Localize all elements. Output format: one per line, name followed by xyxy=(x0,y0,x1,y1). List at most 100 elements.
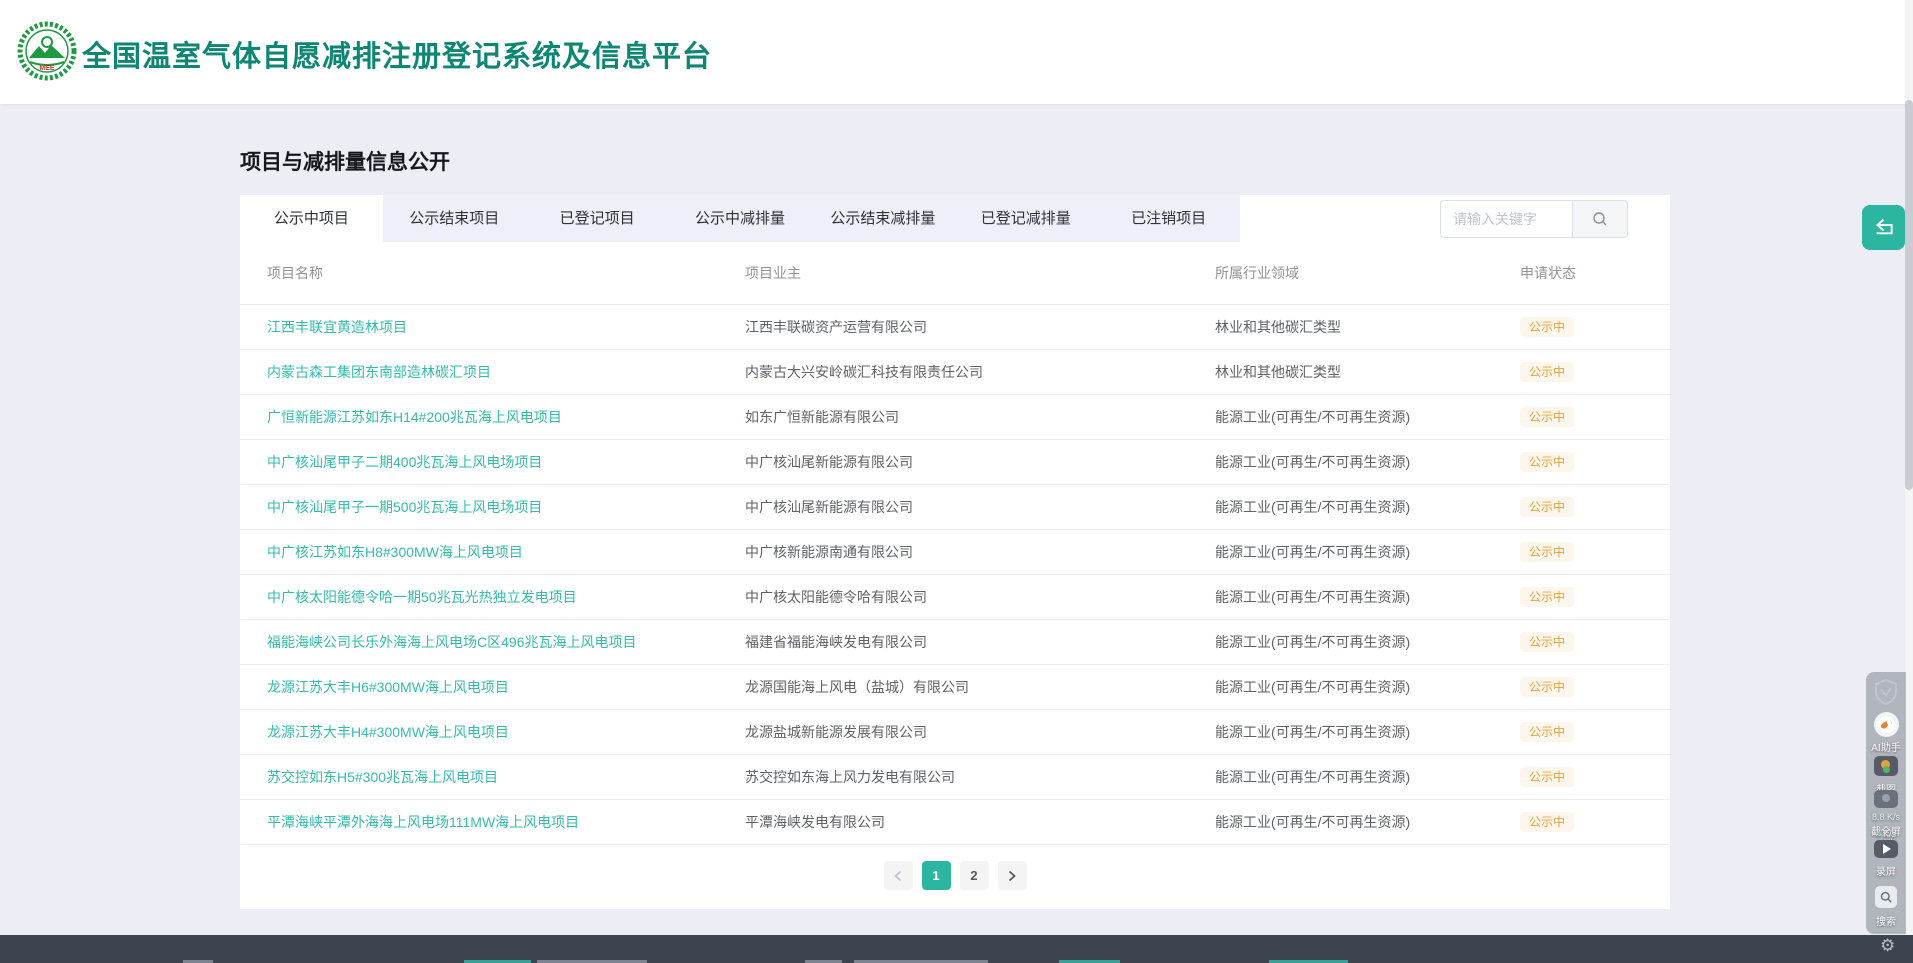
prev-page-button[interactable] xyxy=(884,861,913,890)
project-owner: 福建省福能海峡发电有限公司 xyxy=(745,632,1215,652)
mee-logo-icon: MEE xyxy=(16,20,78,82)
project-name-link[interactable]: 苏交控如东H5#300兆瓦海上风电项目 xyxy=(267,767,745,787)
keyword-search xyxy=(1440,200,1628,238)
project-owner: 中广核汕尾新能源有限公司 xyxy=(745,452,1215,472)
tab-7[interactable]: 已注销项目 xyxy=(1097,195,1240,242)
gear-icon[interactable]: ⚙ xyxy=(1880,936,1895,956)
project-name-link[interactable]: 中广核江苏如东H8#300MW海上风电项目 xyxy=(267,542,745,562)
table-body: 江西丰联宜黄造林项目 江西丰联碳资产运营有限公司 林业和其他碳汇类型 公示中 内… xyxy=(240,305,1670,845)
search-tool-icon xyxy=(1875,886,1897,908)
tab-5[interactable]: 公示结束减排量 xyxy=(811,195,954,242)
industry-field: 林业和其他碳汇类型 xyxy=(1215,317,1520,337)
content-card: 公示中项目公示结束项目已登记项目公示中减排量公示结束减排量已登记减排量已注销项目… xyxy=(240,195,1670,909)
industry-field: 林业和其他碳汇类型 xyxy=(1215,362,1520,382)
project-name-link[interactable]: 中广核汕尾甲子一期500兆瓦海上风电场项目 xyxy=(267,497,745,517)
industry-field: 能源工业(可再生/不可再生资源) xyxy=(1215,722,1520,742)
search-tool-button[interactable]: 搜索 xyxy=(1866,886,1906,928)
column-header: 所属行业领域 xyxy=(1215,263,1520,283)
status-badge: 公示中 xyxy=(1520,407,1574,427)
table-row: 苏交控如东H5#300兆瓦海上风电项目 苏交控如东海上风力发电有限公司 能源工业… xyxy=(240,755,1670,800)
tab-bar: 公示中项目公示结束项目已登记项目公示中减排量公示结束减排量已登记减排量已注销项目 xyxy=(240,195,1240,242)
site-header: MEE 全国温室气体自愿减排注册登记系统及信息平台 xyxy=(0,0,1913,104)
table-row: 中广核太阳能德令哈一期50兆瓦光热独立发电项目 中广核太阳能德令哈有限公司 能源… xyxy=(240,575,1670,620)
next-page-button[interactable] xyxy=(998,861,1027,890)
page-button-2[interactable]: 2 xyxy=(960,861,989,890)
project-owner: 中广核汕尾新能源有限公司 xyxy=(745,497,1215,517)
tab-3[interactable]: 已登记项目 xyxy=(526,195,669,242)
project-name-link[interactable]: 龙源江苏大丰H6#300MW海上风电项目 xyxy=(267,677,745,697)
table-row: 江西丰联宜黄造林项目 江西丰联碳资产运营有限公司 林业和其他碳汇类型 公示中 xyxy=(240,305,1670,350)
project-owner: 如东广恒新能源有限公司 xyxy=(745,407,1215,427)
table-row: 中广核汕尾甲子一期500兆瓦海上风电场项目 中广核汕尾新能源有限公司 能源工业(… xyxy=(240,485,1670,530)
table-row: 中广核江苏如东H8#300MW海上风电项目 中广核新能源南通有限公司 能源工业(… xyxy=(240,530,1670,575)
industry-field: 能源工业(可再生/不可再生资源) xyxy=(1215,407,1520,427)
project-name-link[interactable]: 江西丰联宜黄造林项目 xyxy=(267,317,745,337)
page-button-1[interactable]: 1 xyxy=(922,861,951,890)
svg-text:MEE: MEE xyxy=(39,65,55,72)
project-name-link[interactable]: 广恒新能源江苏如东H14#200兆瓦海上风电项目 xyxy=(267,407,745,427)
project-name-link[interactable]: 中广核汕尾甲子二期400兆瓦海上风电场项目 xyxy=(267,452,745,472)
project-owner: 平潭海峡发电有限公司 xyxy=(745,812,1215,832)
industry-field: 能源工业(可再生/不可再生资源) xyxy=(1215,767,1520,787)
project-name-link[interactable]: 内蒙古森工集团东南部造林碳汇项目 xyxy=(267,362,745,382)
search-icon xyxy=(1592,211,1608,227)
table-row: 龙源江苏大丰H6#300MW海上风电项目 龙源国能海上风电（盐城）有限公司 能源… xyxy=(240,665,1670,710)
industry-field: 能源工业(可再生/不可再生资源) xyxy=(1215,677,1520,697)
table-header: 项目名称项目业主所属行业领域申请状态 xyxy=(240,242,1670,305)
industry-field: 能源工业(可再生/不可再生资源) xyxy=(1215,542,1520,562)
back-return-button[interactable] xyxy=(1862,205,1905,250)
page-footer xyxy=(0,935,1913,963)
project-owner: 苏交控如东海上风力发电有限公司 xyxy=(745,767,1215,787)
scrollbar-thumb[interactable] xyxy=(1905,100,1913,490)
fullscreen-capture-icon xyxy=(1874,790,1898,808)
scrollbar[interactable] xyxy=(1905,0,1913,935)
industry-field: 能源工业(可再生/不可再生资源) xyxy=(1215,587,1520,607)
industry-field: 能源工业(可再生/不可再生资源) xyxy=(1215,497,1520,517)
status-badge: 公示中 xyxy=(1520,452,1574,472)
project-owner: 龙源国能海上风电（盐城）有限公司 xyxy=(745,677,1215,697)
net-speed-up: 8.8 K/s xyxy=(1866,813,1906,823)
shield-ghost-icon xyxy=(1866,678,1906,711)
screen-record-icon xyxy=(1874,840,1898,858)
table-row: 福能海峡公司长乐外海海上风电场C区496兆瓦海上风电项目 福建省福能海峡发电有限… xyxy=(240,620,1670,665)
status-badge: 公示中 xyxy=(1520,677,1574,697)
screen-record-button[interactable]: ↓ K/s 录屏 xyxy=(1866,830,1906,878)
ai-assistant-icon xyxy=(1874,712,1899,737)
table-row: 内蒙古森工集团东南部造林碳汇项目 内蒙古大兴安岭碳汇科技有限责任公司 林业和其他… xyxy=(240,350,1670,395)
status-badge: 公示中 xyxy=(1520,542,1574,562)
main-content: 项目与减排量信息公开 公示中项目公示结束项目已登记项目公示中减排量公示结束减排量… xyxy=(0,104,1913,935)
ai-assistant-button[interactable]: AI助手 xyxy=(1866,712,1906,754)
project-owner: 江西丰联碳资产运营有限公司 xyxy=(745,317,1215,337)
tab-2[interactable]: 公示结束项目 xyxy=(383,195,526,242)
floating-tool-panel: AI助手 截图 8.8 K/s 截全屏 ↓ K/s 录屏 搜索 xyxy=(1866,672,1906,934)
table-row: 中广核汕尾甲子二期400兆瓦海上风电场项目 中广核汕尾新能源有限公司 能源工业(… xyxy=(240,440,1670,485)
status-badge: 公示中 xyxy=(1520,497,1574,517)
status-badge: 公示中 xyxy=(1520,587,1574,607)
project-name-link[interactable]: 平潭海峡平潭外海海上风电场111MW海上风电项目 xyxy=(267,812,745,832)
column-header: 申请状态 xyxy=(1520,263,1643,283)
project-owner: 中广核新能源南通有限公司 xyxy=(745,542,1215,562)
chevron-right-icon xyxy=(1007,870,1017,882)
return-arrow-icon xyxy=(1871,215,1897,241)
table-row: 广恒新能源江苏如东H14#200兆瓦海上风电项目 如东广恒新能源有限公司 能源工… xyxy=(240,395,1670,440)
status-badge: 公示中 xyxy=(1520,767,1574,787)
project-name-link[interactable]: 福能海峡公司长乐外海海上风电场C区496兆瓦海上风电项目 xyxy=(267,632,745,652)
search-button[interactable] xyxy=(1572,200,1628,238)
status-badge: 公示中 xyxy=(1520,317,1574,337)
chevron-left-icon xyxy=(893,870,903,882)
project-name-link[interactable]: 龙源江苏大丰H4#300MW海上风电项目 xyxy=(267,722,745,742)
industry-field: 能源工业(可再生/不可再生资源) xyxy=(1215,812,1520,832)
tab-4[interactable]: 公示中减排量 xyxy=(669,195,812,242)
tab-1[interactable]: 公示中项目 xyxy=(240,195,383,242)
search-input[interactable] xyxy=(1440,200,1572,238)
page-title: 项目与减排量信息公开 xyxy=(240,146,450,176)
project-owner: 内蒙古大兴安岭碳汇科技有限责任公司 xyxy=(745,362,1215,382)
status-badge: 公示中 xyxy=(1520,722,1574,742)
tab-6[interactable]: 已登记减排量 xyxy=(954,195,1097,242)
project-owner: 龙源盐城新能源发展有限公司 xyxy=(745,722,1215,742)
column-header: 项目名称 xyxy=(267,263,745,283)
project-name-link[interactable]: 中广核太阳能德令哈一期50兆瓦光热独立发电项目 xyxy=(267,587,745,607)
status-badge: 公示中 xyxy=(1520,362,1574,382)
net-speed-down: ↓ K/s xyxy=(1866,830,1906,840)
project-owner: 中广核太阳能德令哈有限公司 xyxy=(745,587,1215,607)
